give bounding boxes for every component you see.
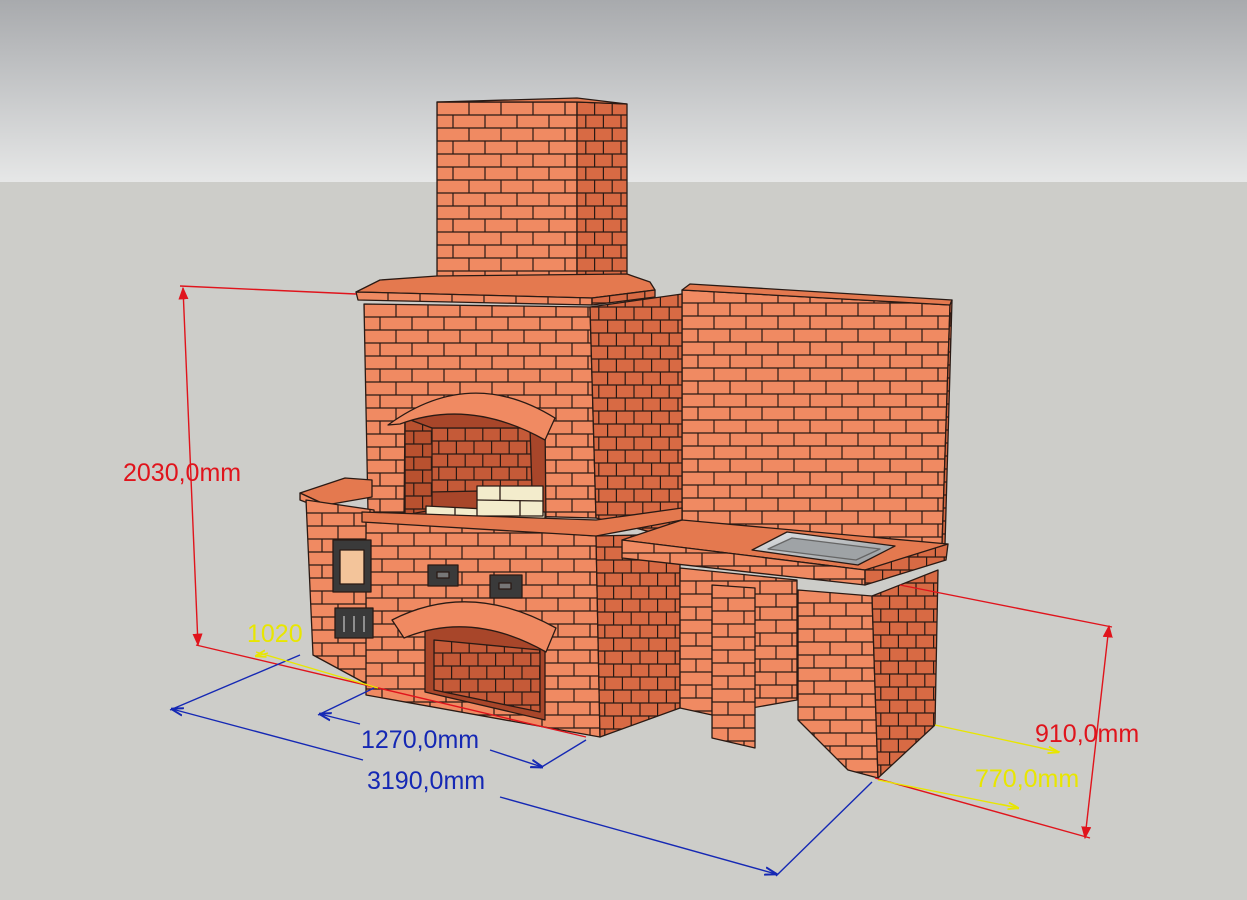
counter-leg-middle <box>711 584 756 749</box>
firebox-side <box>589 293 683 541</box>
bbq-oven-diagram: 2030,0mm 910,0mm 3190,0mm 1270,0mm 1020 … <box>0 0 1247 900</box>
chimney-side <box>576 101 628 281</box>
grill-opening-back <box>429 427 533 493</box>
counter-height-label: 910,0mm <box>1035 720 1139 748</box>
grill-width-label: 1270,0mm <box>361 726 479 754</box>
total-length-label: 3190,0mm <box>367 767 485 795</box>
counter-depth-label: 770,0mm <box>975 765 1079 793</box>
total-height-label: 2030,0mm <box>123 459 241 487</box>
side-depth-label: 1020 <box>247 620 303 648</box>
back-wall-face <box>681 289 951 546</box>
lower-base-side <box>595 533 681 738</box>
chimney-front <box>436 101 578 281</box>
grill-opening-side <box>404 417 433 516</box>
